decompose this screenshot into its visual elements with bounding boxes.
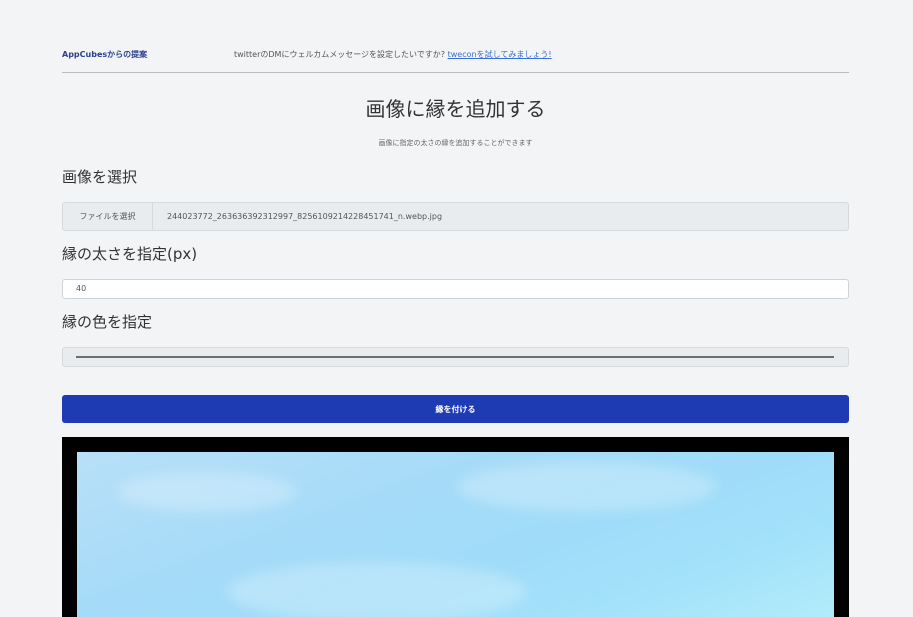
color-swatch	[76, 356, 834, 358]
promo-banner: twitterのDMにウェルカムメッセージを設定したいですか? tweconを試…	[234, 49, 552, 60]
cloud-shape	[457, 462, 717, 512]
brand-label: AppCubesからの提案	[62, 50, 148, 59]
color-picker-input[interactable]	[62, 347, 849, 367]
add-border-button[interactable]: 縁を付ける	[62, 395, 849, 423]
selected-file-name: 244023772_263636392312997_82561092142284…	[167, 212, 443, 221]
page-subtitle: 画像に指定の太さの縁を追加することができます	[378, 139, 533, 147]
preview-border-frame	[62, 437, 849, 617]
top-bar: AppCubesからの提案 twitterのDMにウェルカムメッセージを設定した…	[62, 44, 849, 72]
page-title: 画像に縁を追加する	[365, 97, 546, 121]
thickness-input[interactable]: 40	[62, 279, 849, 299]
promo-text: twitterのDMにウェルカムメッセージを設定したいですか?	[234, 50, 448, 59]
thickness-label: 縁の太さを指定(px)	[62, 245, 198, 263]
preview-image	[77, 452, 834, 617]
promo-link[interactable]: tweconを試してみましょう!	[448, 50, 552, 59]
thickness-value: 40	[76, 284, 87, 293]
file-input[interactable]: ファイルを選択 244023772_263636392312997_825610…	[62, 202, 849, 231]
choose-file-button[interactable]: ファイルを選択	[63, 203, 153, 230]
color-label: 縁の色を指定	[62, 313, 153, 331]
image-select-label: 画像を選択	[62, 168, 138, 186]
header-divider	[62, 72, 849, 73]
cloud-shape	[117, 472, 297, 512]
cloud-shape	[227, 562, 527, 617]
